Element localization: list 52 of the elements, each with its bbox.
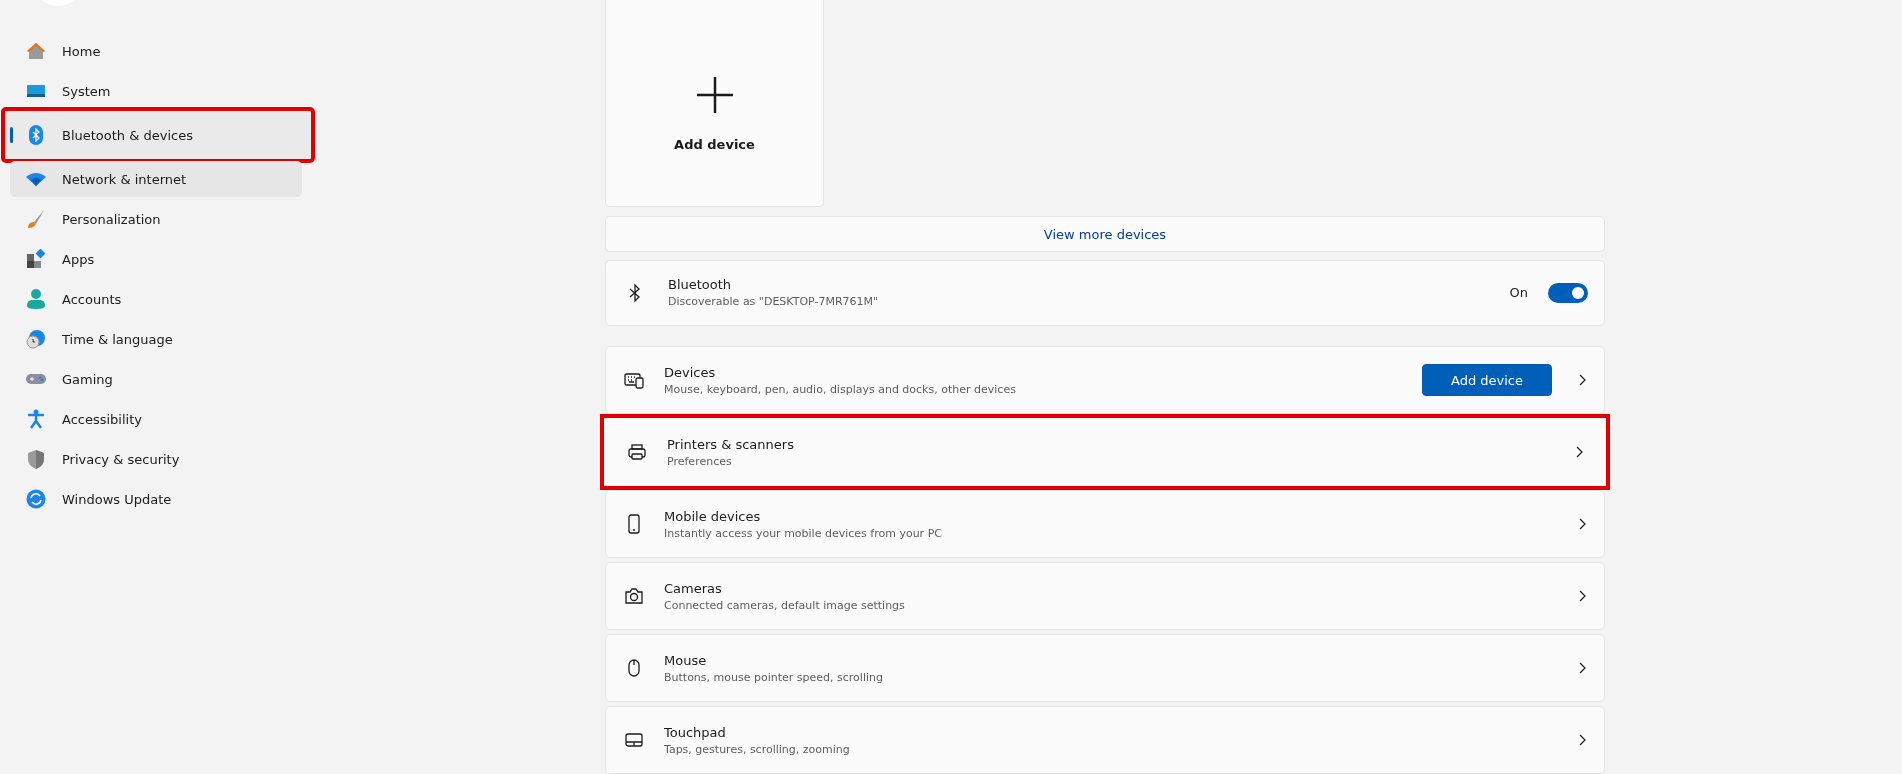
row-title: Printers & scanners bbox=[667, 436, 795, 452]
plus-icon bbox=[694, 74, 735, 115]
nav-item[interactable]: Apps bbox=[10, 241, 302, 277]
globe-icon bbox=[26, 329, 46, 349]
nav-item[interactable]: Bluetooth & devices bbox=[1, 107, 315, 163]
bluetooth-icon bbox=[26, 125, 46, 145]
row-title: Bluetooth bbox=[668, 277, 733, 293]
nav-item[interactable]: Accounts bbox=[10, 281, 302, 317]
settings-row[interactable]: Touchpad Taps, gestures, scrolling, zooming bbox=[605, 706, 1605, 774]
shield-icon bbox=[26, 449, 46, 469]
settings-row[interactable]: Devices Mouse, keyboard, pen, audio, displays and docks, other devices Add device bbox=[605, 346, 1605, 414]
keyboard-icon bbox=[624, 370, 644, 390]
view-more-devices-link[interactable]: View more devices bbox=[605, 216, 1605, 252]
row-title: Cameras bbox=[664, 580, 723, 596]
camera-icon bbox=[624, 586, 644, 606]
row-subtitle: Preferences bbox=[667, 454, 733, 468]
accessibility-icon bbox=[26, 409, 46, 429]
settings-row[interactable]: Cameras Connected cameras, default image settings bbox=[605, 562, 1605, 630]
nav-item[interactable]: Privacy & security bbox=[10, 441, 302, 477]
row-subtitle: Buttons, mouse pointer speed, scrolling bbox=[664, 670, 884, 684]
brush-icon bbox=[26, 209, 46, 229]
add-device-tile[interactable]: Add device bbox=[605, 0, 824, 208]
apps-icon bbox=[26, 249, 46, 269]
person-icon bbox=[26, 289, 46, 309]
row-subtitle: Taps, gestures, scrolling, zooming bbox=[664, 742, 851, 756]
nav-item[interactable]: Network & internet bbox=[10, 161, 302, 197]
home-icon bbox=[26, 41, 46, 61]
bluetooth-toggle[interactable] bbox=[1548, 282, 1588, 303]
row-subtitle: Connected cameras, default image settings bbox=[664, 598, 906, 612]
update-icon bbox=[26, 489, 46, 509]
row-subtitle: Discoverable as "DESKTOP-7MR761M" bbox=[668, 295, 880, 309]
nav-item[interactable]: Windows Update bbox=[10, 481, 302, 517]
nav-item[interactable]: System bbox=[10, 73, 302, 109]
settings-row[interactable]: Mobile devices Instantly access your mobile devices from your PC bbox=[605, 490, 1605, 558]
touchpad-icon bbox=[624, 730, 644, 750]
nav-item[interactable]: Gaming bbox=[10, 361, 302, 397]
bluetooth-icon bbox=[628, 282, 642, 303]
row-title: Mouse bbox=[664, 652, 708, 668]
row-title: Devices bbox=[664, 364, 717, 380]
add-device-button[interactable]: Add device bbox=[1422, 364, 1552, 396]
nav-item[interactable]: Accessibility bbox=[10, 401, 302, 437]
printer-icon bbox=[627, 442, 647, 462]
nav-item[interactable]: Time & language bbox=[10, 321, 302, 357]
nav-item[interactable]: Personalization bbox=[10, 201, 302, 237]
toggle-state-label: On bbox=[1509, 285, 1528, 301]
settings-row[interactable]: Mouse Buttons, mouse pointer speed, scrolling bbox=[605, 634, 1605, 702]
settings-row[interactable]: Printers & scanners Preferences bbox=[600, 414, 1610, 490]
row-subtitle: Instantly access your mobile devices from your PC bbox=[664, 526, 943, 540]
row-title: Touchpad bbox=[664, 724, 727, 740]
row-title: Mobile devices bbox=[664, 508, 762, 524]
row-subtitle: Mouse, keyboard, pen, audio, displays and docks, other devices bbox=[664, 382, 1017, 396]
nav-item[interactable]: Home bbox=[10, 33, 302, 69]
